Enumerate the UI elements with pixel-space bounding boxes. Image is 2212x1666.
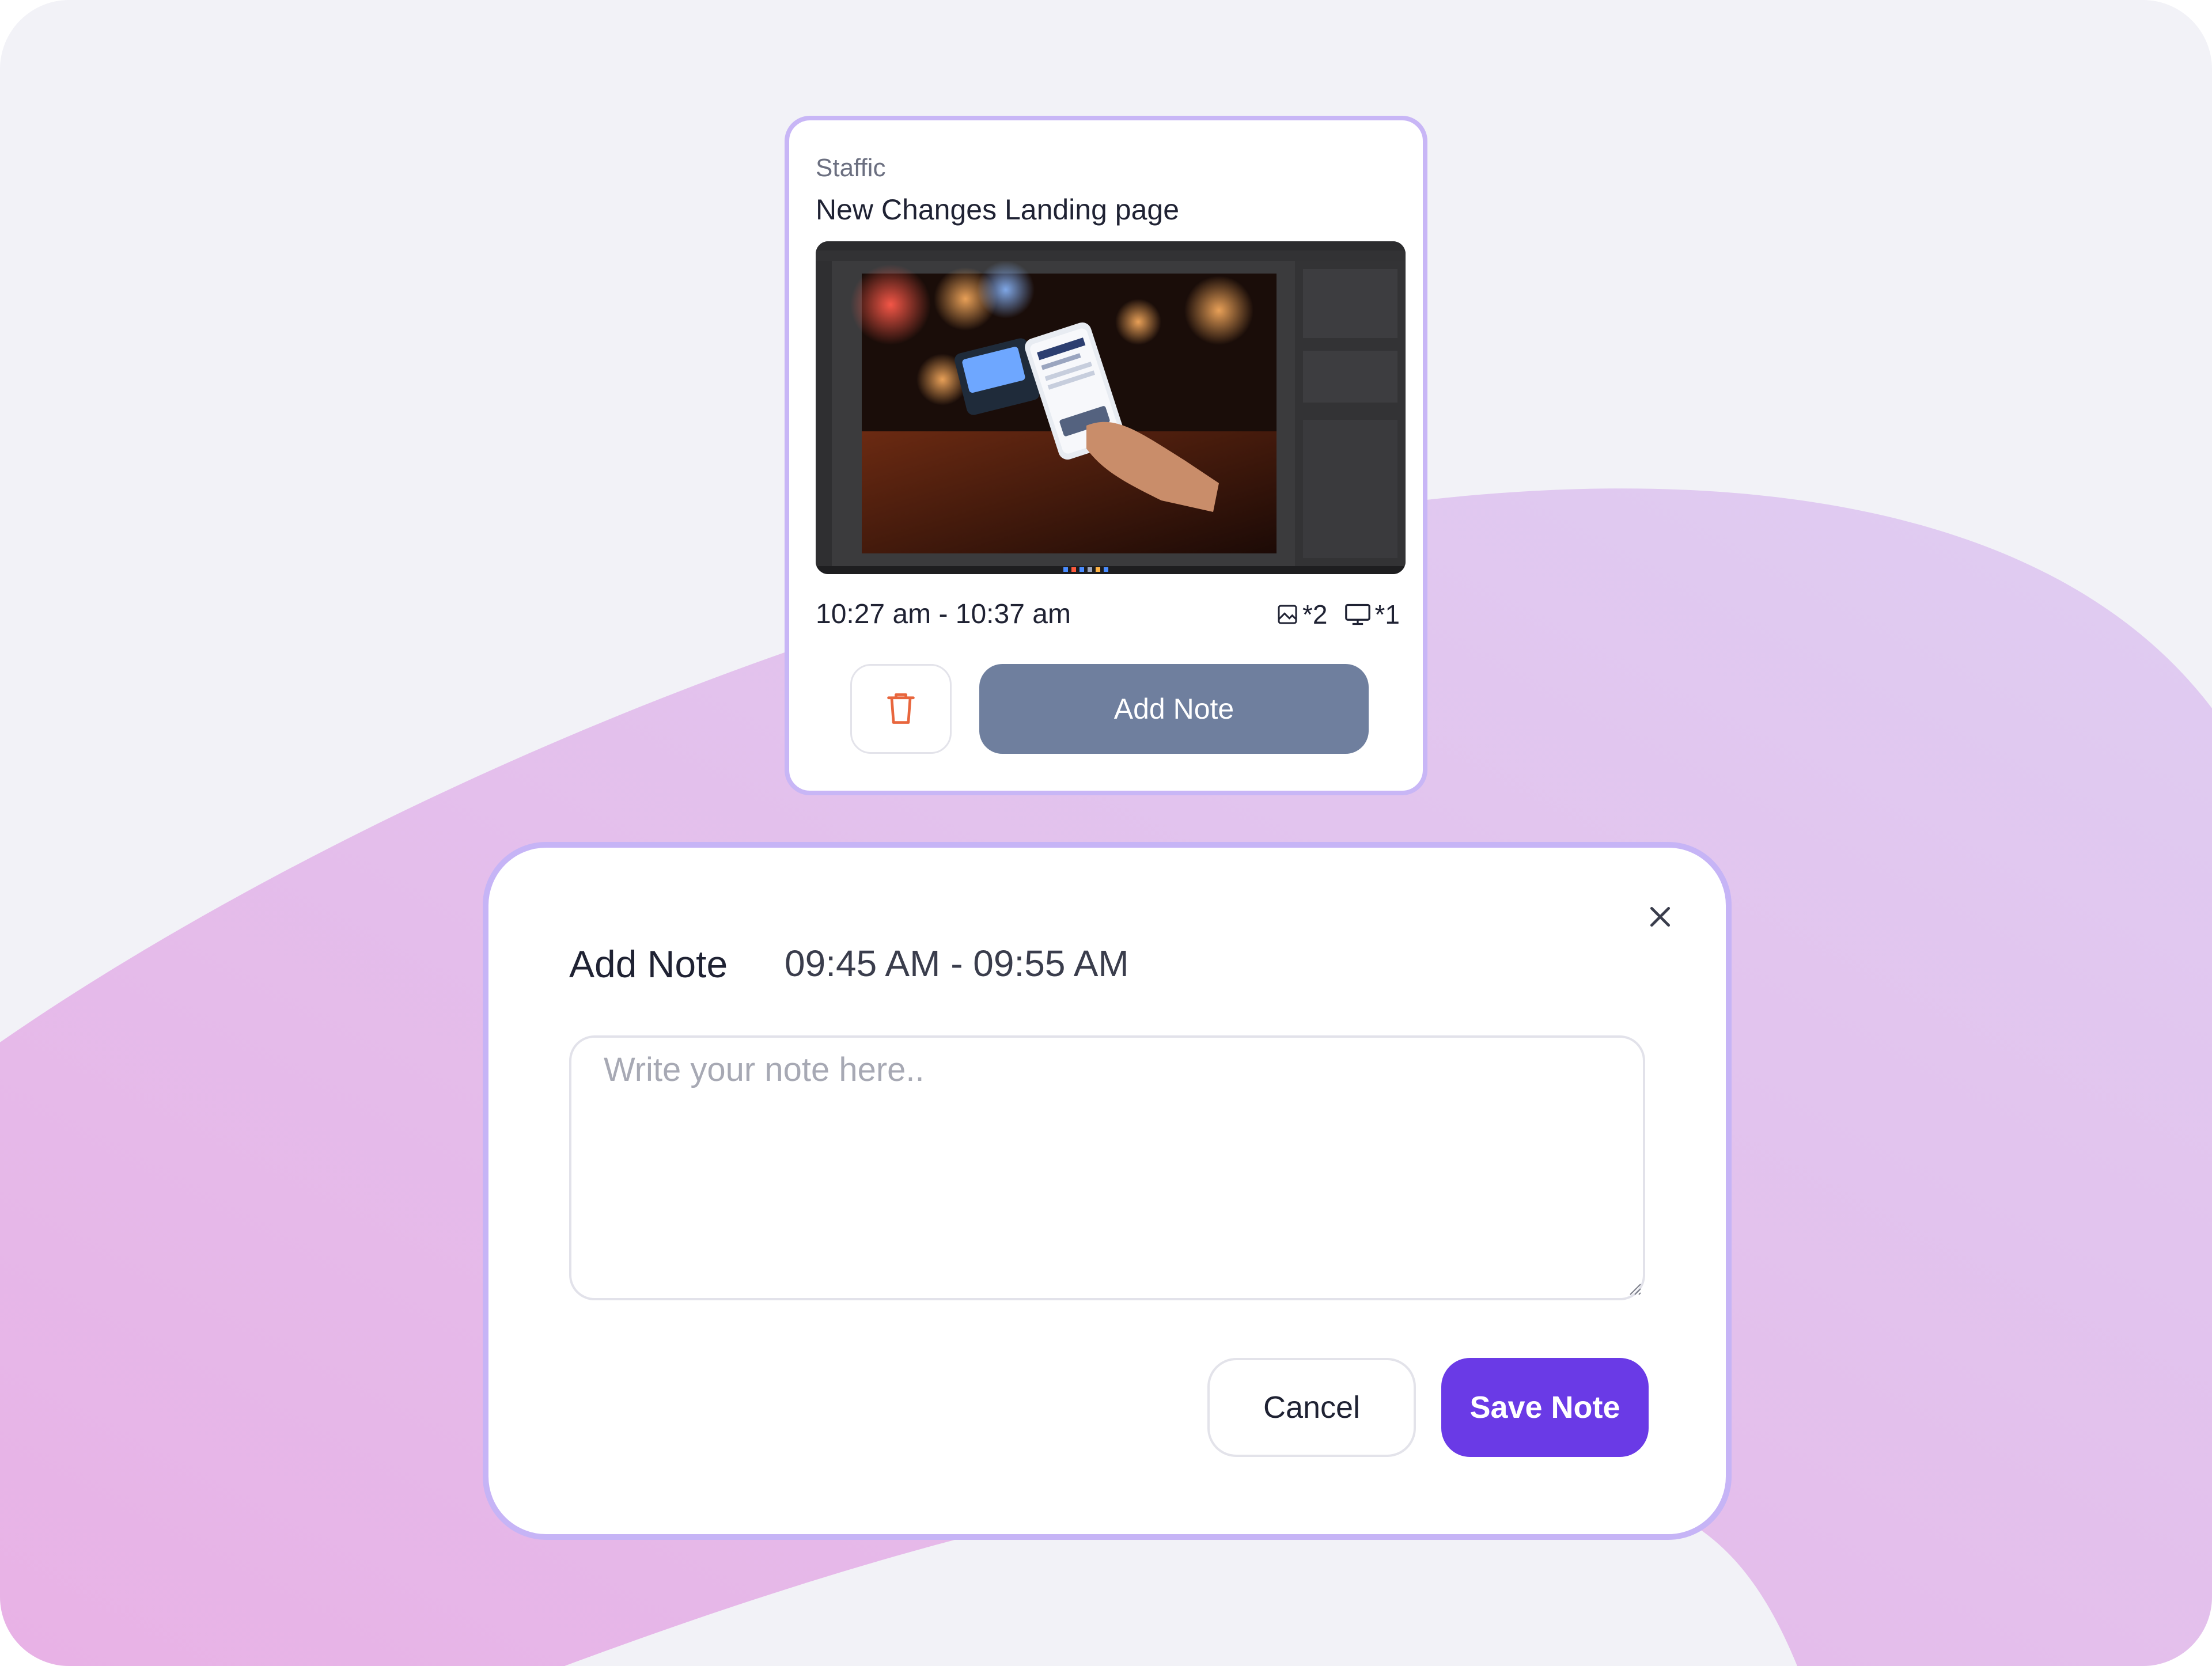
- screen-count: *1: [1344, 599, 1400, 630]
- resize-handle-icon[interactable]: [1627, 1281, 1642, 1296]
- capture-counts: *2 *1: [1276, 598, 1400, 631]
- close-button[interactable]: [1639, 896, 1681, 938]
- close-icon: [1650, 906, 1671, 927]
- image-count: *2: [1276, 599, 1328, 630]
- screenshot-thumbnail: [816, 241, 1406, 574]
- project-name: Staffic: [816, 154, 886, 182]
- session-card: Staffic New Changes Landing page 10:27 a…: [785, 116, 1427, 795]
- image-icon: [1278, 605, 1297, 624]
- app-canvas: Staffic New Changes Landing page 10:27 a…: [0, 0, 2212, 1666]
- session-time-range: 10:27 am - 10:37 am: [816, 599, 1071, 629]
- add-note-button[interactable]: Add Note: [979, 664, 1369, 754]
- delete-button[interactable]: [850, 664, 952, 754]
- note-textarea[interactable]: [569, 1035, 1645, 1300]
- cancel-button[interactable]: Cancel: [1207, 1358, 1416, 1457]
- monitor-icon: [1344, 604, 1370, 625]
- trash-icon: [887, 693, 915, 724]
- session-screenshot[interactable]: [816, 241, 1406, 574]
- image-count-label: *2: [1302, 599, 1328, 629]
- add-note-modal: Add Note 09:45 AM - 09:55 AM Cancel Save…: [483, 842, 1732, 1540]
- screen-count-label: *1: [1374, 599, 1400, 629]
- modal-title: Add Note: [569, 943, 728, 985]
- session-title: New Changes Landing page: [816, 193, 1180, 226]
- modal-time-range: 09:45 AM - 09:55 AM: [785, 943, 1129, 984]
- save-note-button[interactable]: Save Note: [1441, 1358, 1649, 1457]
